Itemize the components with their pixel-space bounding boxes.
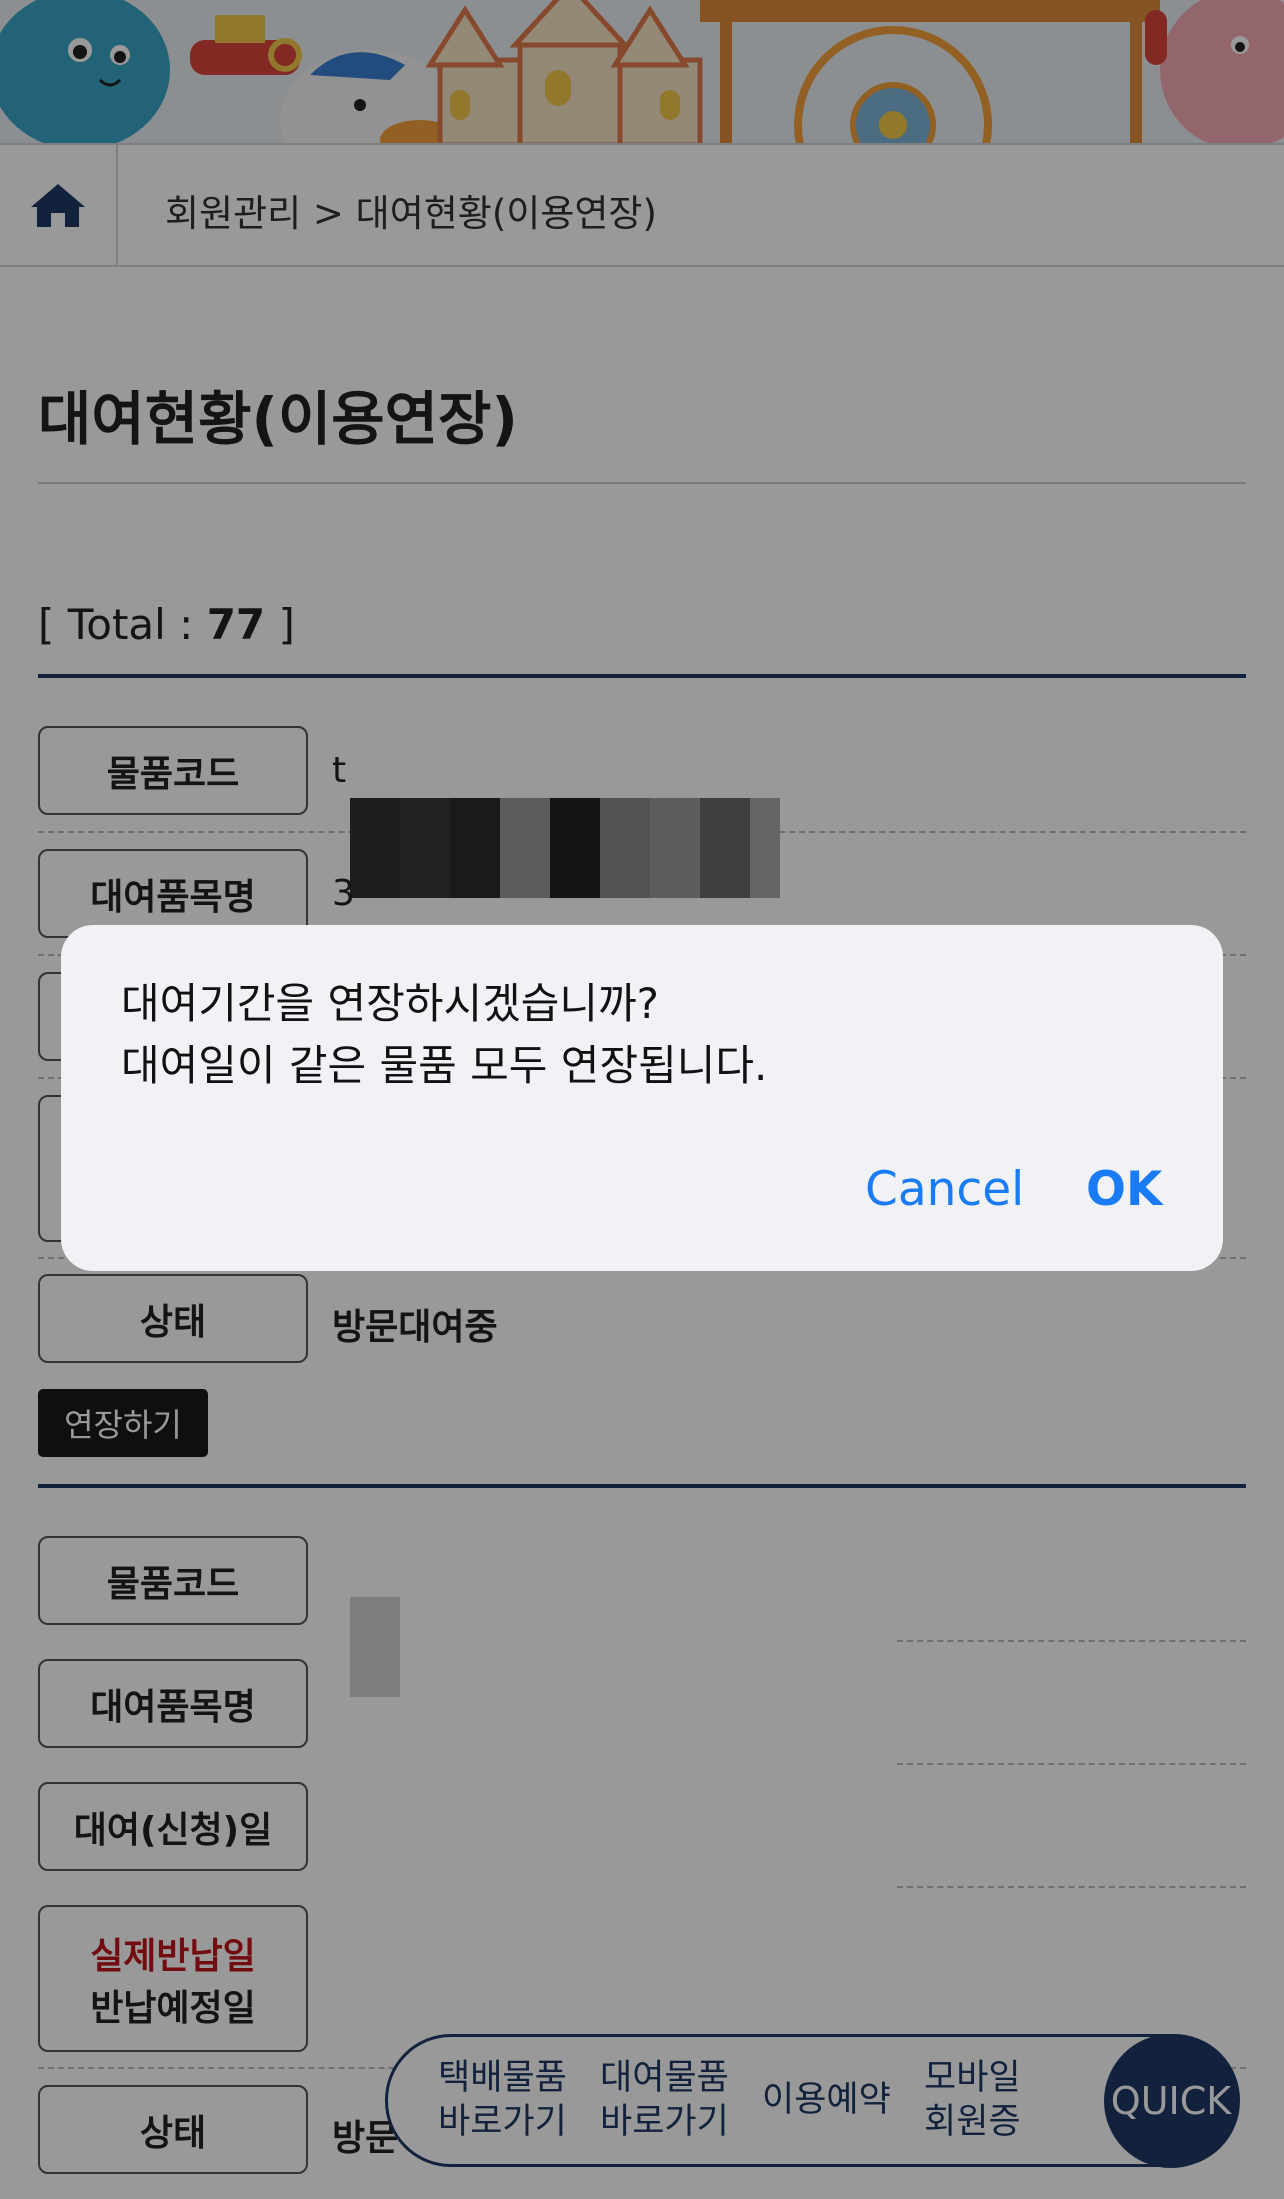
ok-button[interactable]: OK (1086, 1162, 1162, 1217)
dialog-message: 대여기간을 연장하시겠습니까? 대여일이 같은 물품 모두 연장됩니다. (121, 979, 768, 1090)
confirm-dialog: 대여기간을 연장하시겠습니까? 대여일이 같은 물품 모두 연장됩니다. Can… (61, 925, 1223, 1271)
cancel-button[interactable]: Cancel (865, 1162, 1024, 1217)
